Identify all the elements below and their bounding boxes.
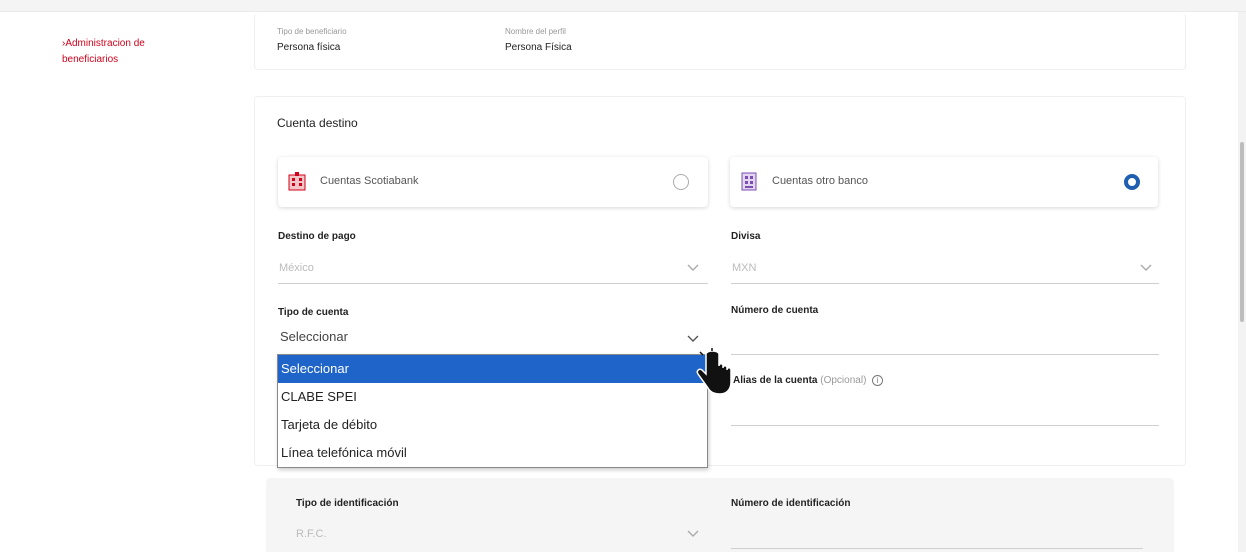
account-type-select[interactable]: Seleccionar	[280, 329, 348, 344]
dropdown-option[interactable]: Línea telefónica móvil	[278, 439, 707, 467]
chevron-down-icon	[687, 530, 699, 537]
option-scotiabank-label: Cuentas Scotiabank	[320, 175, 419, 187]
info-icon[interactable]: i	[872, 375, 884, 386]
currency-select[interactable]: MXN	[732, 262, 756, 274]
destination-label: Destino de pago	[278, 231, 356, 242]
alias-input[interactable]	[731, 425, 1159, 426]
profile-summary-card	[254, 14, 1186, 70]
hand-cursor-icon	[696, 348, 732, 395]
dropdown-option[interactable]: Tarjeta de débito	[278, 411, 707, 439]
profile-name-label: Nombre del perfil	[505, 27, 566, 36]
alias-label: Alias de la cuenta (Opcional) i	[733, 375, 884, 387]
scrollbar-thumb[interactable]	[1240, 142, 1244, 322]
id-number-label: Número de identificación	[731, 498, 851, 509]
option-scotiabank-accounts[interactable]: Cuentas Scotiabank	[278, 157, 708, 207]
beneficiary-type-label: Tipo de beneficiario	[277, 27, 347, 36]
profile-name-value: Persona Física	[505, 42, 572, 53]
other-bank-icon	[741, 172, 757, 191]
beneficiary-type-value: Persona física	[277, 42, 341, 53]
alias-optional-text: (Opcional)	[820, 375, 867, 387]
option-other-bank-accounts[interactable]: Cuentas otro banco	[730, 157, 1158, 207]
chevron-down-icon	[1140, 264, 1152, 271]
sidebar-link-beneficiaries[interactable]: ›Administracion de beneficiarios	[62, 36, 202, 68]
currency-label: Divisa	[731, 231, 761, 242]
account-number-input[interactable]	[731, 354, 1159, 355]
destination-underline	[278, 283, 708, 284]
bank-building-icon	[288, 172, 306, 191]
dropdown-option[interactable]: CLABE SPEI	[278, 383, 707, 411]
account-number-label: Número de cuenta	[731, 305, 819, 316]
id-number-input[interactable]	[731, 548, 1143, 549]
option-other-bank-label: Cuentas otro banco	[772, 175, 869, 187]
chevron-down-icon	[687, 264, 699, 271]
account-type-dropdown[interactable]: Seleccionar CLABE SPEI Tarjeta de débito…	[277, 354, 708, 468]
chevron-down-icon	[687, 335, 699, 342]
identification-section	[266, 478, 1174, 552]
currency-underline	[731, 283, 1159, 284]
destination-select[interactable]: México	[279, 262, 314, 274]
top-bar	[0, 0, 1246, 12]
section-title: Cuenta destino	[277, 116, 358, 130]
id-type-label: Tipo de identificación	[296, 498, 399, 509]
id-type-select[interactable]: R.F.C.	[296, 528, 327, 540]
radio-other-bank[interactable]	[1124, 174, 1140, 190]
alias-label-text: Alias de la cuenta	[733, 375, 818, 387]
dropdown-option[interactable]: Seleccionar	[278, 355, 707, 383]
radio-scotiabank[interactable]	[673, 174, 689, 190]
account-type-label: Tipo de cuenta	[278, 307, 349, 318]
